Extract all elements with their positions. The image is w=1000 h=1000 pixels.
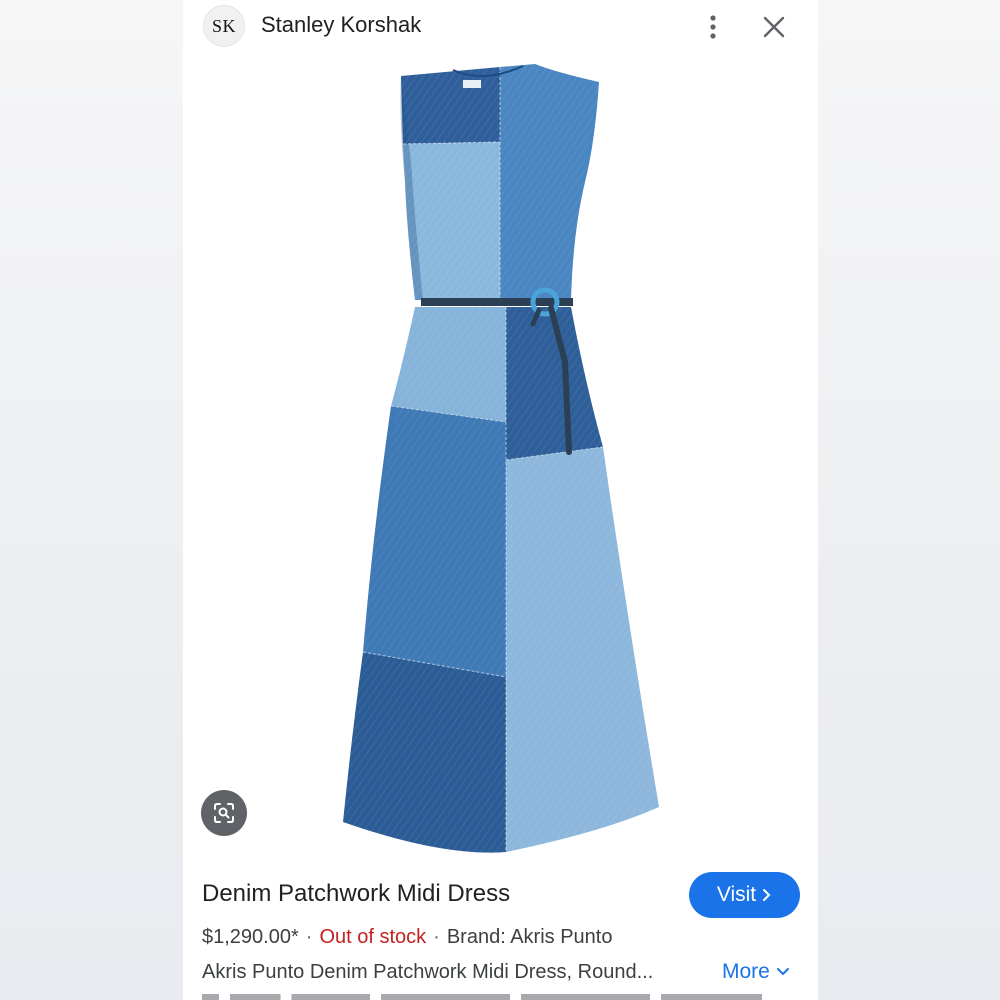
product-price: $1,290.00*	[202, 926, 299, 948]
product-brand: Brand: Akris Punto	[446, 926, 613, 948]
product-meta: $1,290.00* · Out of stock · Brand: Akris Pun…	[202, 926, 612, 949]
product-image-dress[interactable]	[323, 62, 663, 862]
stock-status: Out of stock	[319, 926, 427, 948]
truncated-description-line	[202, 994, 762, 1000]
lens-search-icon[interactable]	[201, 790, 247, 836]
separator: ·	[433, 926, 440, 948]
chevron-down-icon	[776, 968, 789, 976]
image-preview-panel: SK Stanley Korshak Denim Patchwork Midi …	[183, 0, 818, 1000]
site-logo[interactable]: SK	[203, 5, 245, 47]
visit-button-label: Visit	[716, 883, 757, 906]
panel-header: SK Stanley Korshak	[183, 0, 818, 60]
separator: ·	[305, 926, 313, 948]
background-left	[0, 0, 183, 1000]
product-title[interactable]: Denim Patchwork Midi Dress	[202, 880, 510, 908]
site-name[interactable]: Stanley Korshak	[261, 12, 421, 38]
more-vert-icon[interactable]	[701, 12, 725, 42]
chevron-right-icon	[763, 889, 771, 901]
product-description: Akris Punto Denim Patchwork Midi Dress, …	[202, 961, 654, 983]
background-right	[818, 0, 1000, 1000]
more-button[interactable]: More	[722, 960, 790, 984]
close-icon[interactable]	[761, 14, 787, 40]
more-button-label: More	[722, 960, 770, 983]
visit-button[interactable]: Visit	[689, 872, 800, 918]
